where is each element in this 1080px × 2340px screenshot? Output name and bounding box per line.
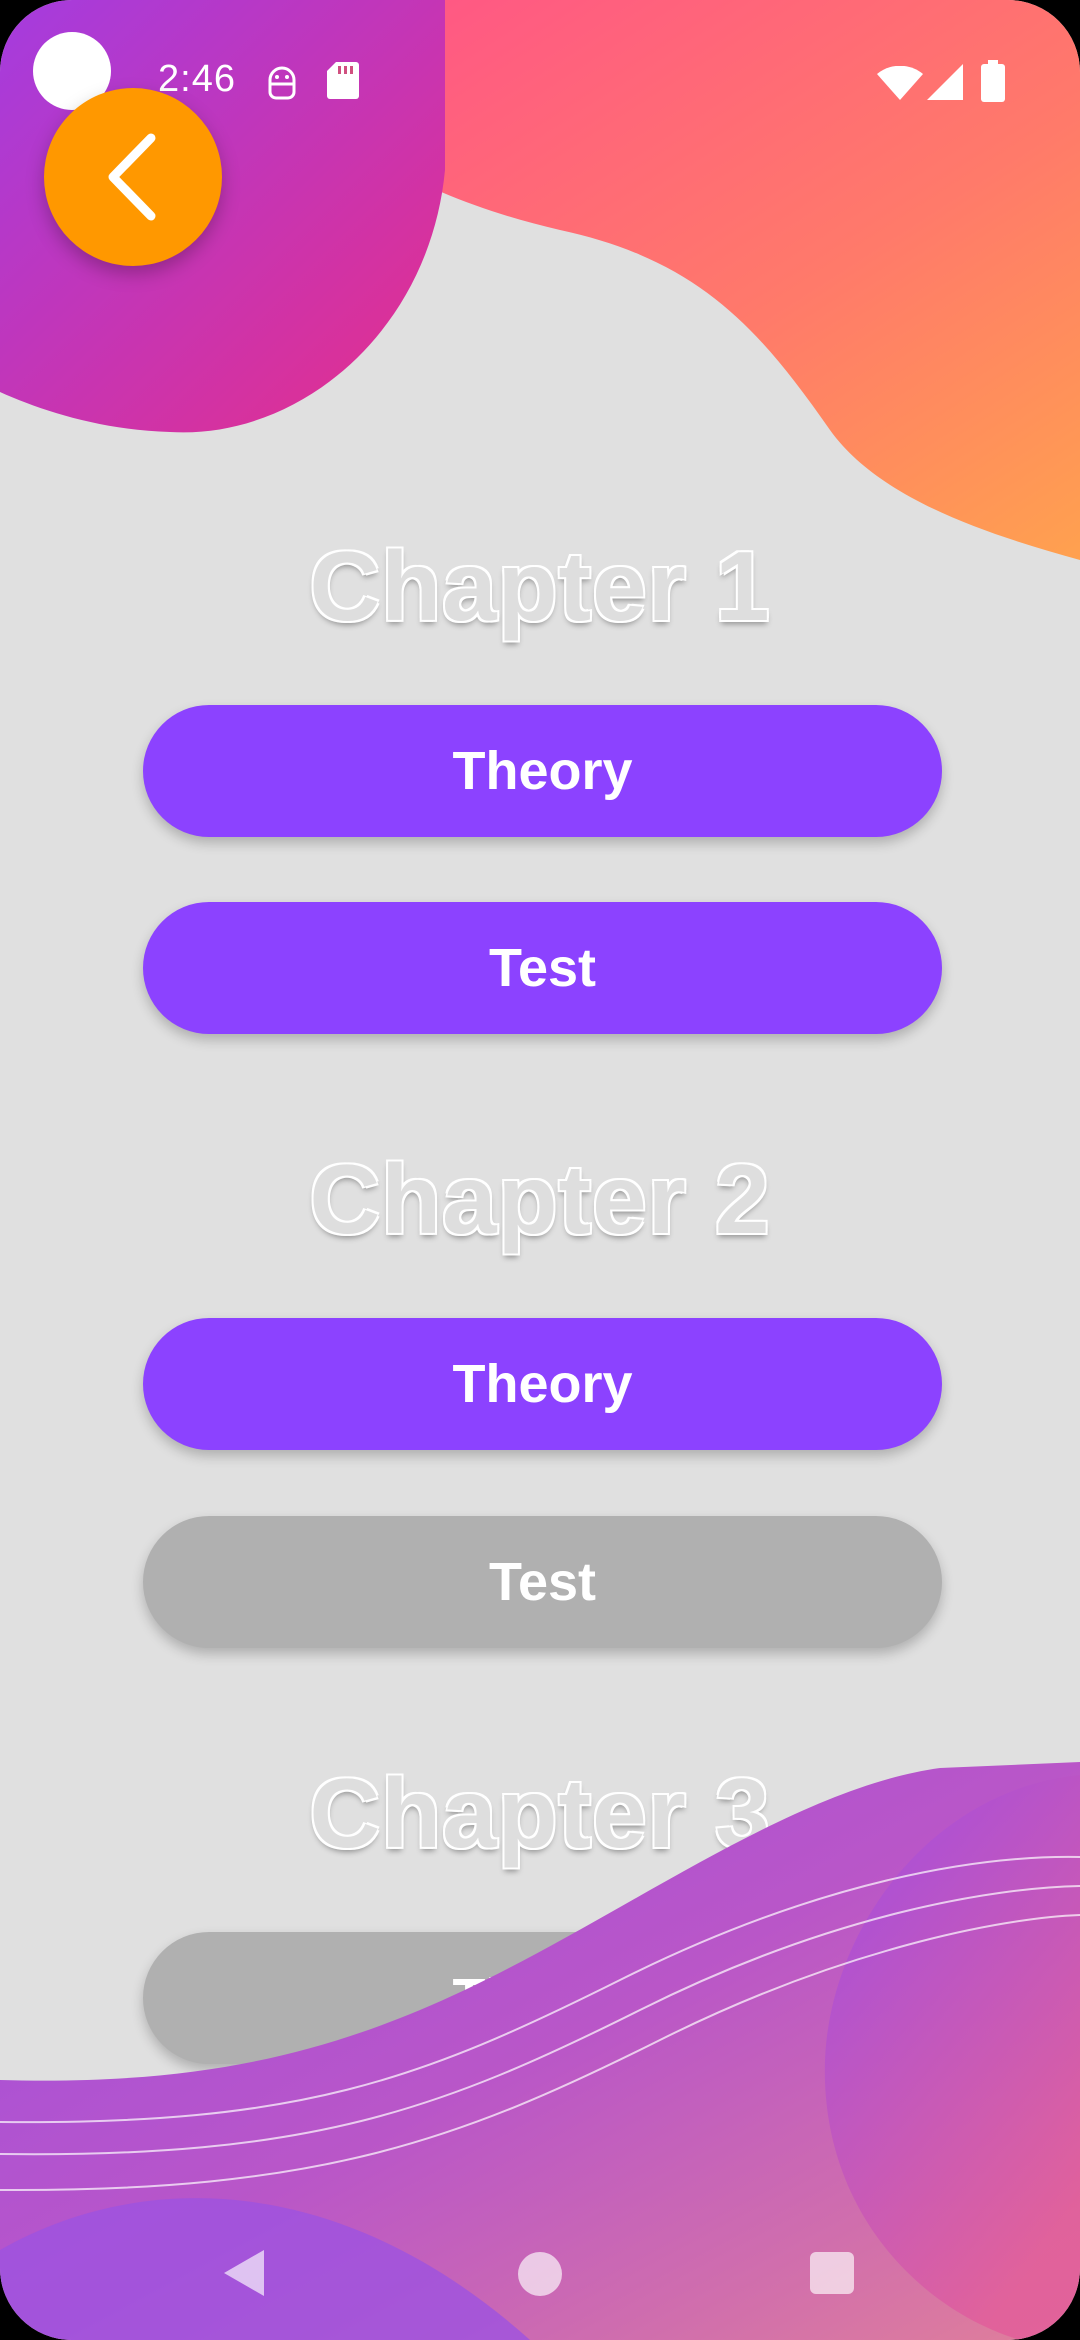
- status-time: 2:46: [158, 58, 236, 100]
- wifi-icon: [877, 66, 923, 100]
- chapter-2-title: Chapter 2: [309, 1144, 771, 1254]
- chapter-2-test-button[interactable]: Test: [143, 1516, 942, 1648]
- signal-icon: [927, 64, 963, 100]
- nav-recents-icon[interactable]: [810, 2252, 854, 2294]
- navigation-bar: [0, 2220, 1080, 2330]
- sd-card-icon: [327, 62, 359, 99]
- chapter-1-test-button[interactable]: Test: [143, 902, 942, 1034]
- android-icon: [268, 66, 296, 100]
- chapter-2-theory-button[interactable]: Theory: [143, 1318, 942, 1450]
- chapter-1-title: Chapter 1: [309, 531, 771, 641]
- nav-back-icon[interactable]: [222, 2248, 266, 2298]
- app-screen: 2:46 Chapter 1 Theory Test Chapter 2 The…: [0, 0, 1080, 2340]
- nav-home-icon[interactable]: [518, 2252, 562, 2296]
- battery-icon: [981, 60, 1005, 102]
- chevron-left-icon: [108, 133, 156, 221]
- back-button[interactable]: [44, 88, 222, 266]
- chapter-1-theory-button[interactable]: Theory: [143, 705, 942, 837]
